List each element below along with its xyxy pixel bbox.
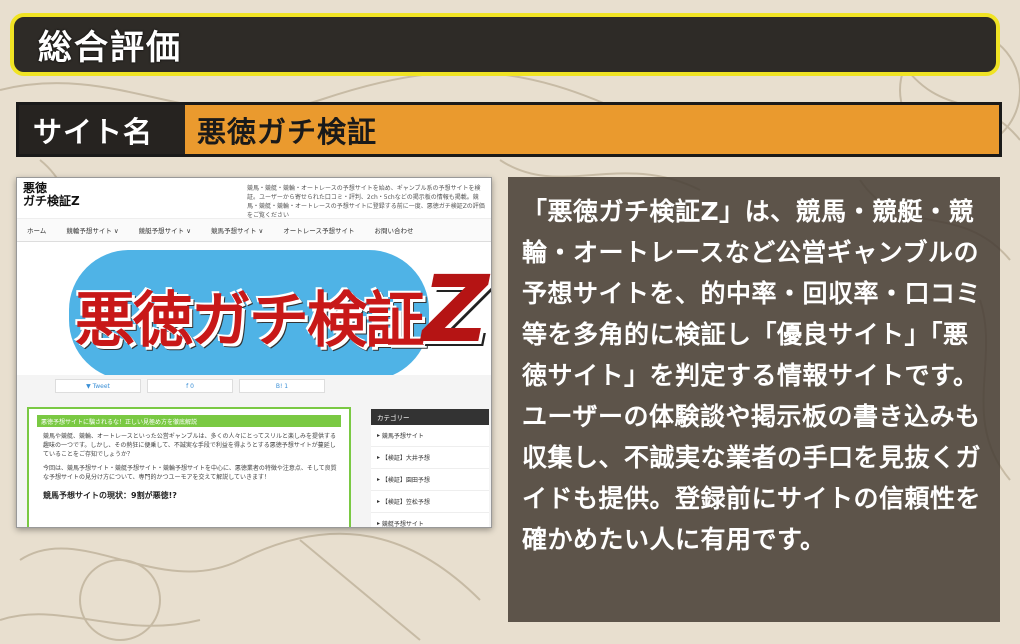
thumb-site-description: 競馬・競艇・競輪・オートレースの予想サイトを始め、ギャンブル系の予想サイトを検証… — [247, 185, 485, 219]
thumb-hero-banner: 悪徳ガチ検証 Z — [17, 242, 491, 375]
thumb-article-p2: 今回は、競馬予想サイト・競艇予想サイト・競輪予想サイトを中心に、悪徳業者の特徴や… — [43, 465, 337, 481]
thumb-article-p1: 競馬や競艇、競輪、オートレースといった公営ギャンブルは、多くの人々にとってスリル… — [43, 433, 337, 458]
thumb-nav: ホーム 競輪予想サイト ∨ 競艇予想サイト ∨ 競馬予想サイト ∨ オートレース… — [17, 219, 491, 242]
thumb-nav-autorace: オートレース予想サイト — [283, 227, 355, 235]
site-name-label: サイト名 — [19, 105, 185, 154]
thumb-share-bar: ▼ Tweet f 0 B! 1 — [17, 375, 491, 397]
page-title: 総合評価 — [38, 28, 182, 68]
site-description-text: 「悪徳ガチ検証Z」は、競馬・競艇・競輪・オートレースなど公営ギャンブルの予想サイ… — [522, 197, 982, 554]
thumb-sidebar-item: ▸ 競馬予想サイト — [371, 425, 489, 447]
thumb-logo-line2: ガチ検証Z — [23, 194, 80, 208]
thumb-hero-title: 悪徳ガチ検証 — [75, 286, 425, 356]
thumb-nav-home: ホーム — [27, 227, 47, 235]
thumb-nav-kyotei: 競艇予想サイト ∨ — [138, 227, 191, 235]
thumb-article: 悪徳予想サイトに騙されるな！正しい見極め方を徹底解説 競馬や競艇、競輪、オートレ… — [27, 407, 351, 527]
thumb-sidebar-item: ▸ 【検証】大井予想 — [371, 447, 489, 469]
bookmark-icon: B! — [275, 382, 285, 390]
overall-rating-header: 総合評価 — [10, 13, 1000, 76]
site-name-value: 悪徳ガチ検証 — [185, 105, 999, 154]
thumb-sidebar-item: ▸ 競艇予想サイト — [371, 513, 489, 527]
thumb-article-heading: 競馬予想サイトの現状：9割が悪徳!? — [43, 491, 177, 500]
thumb-logo: 悪徳 ガチ検証Z — [17, 178, 247, 218]
thumb-logo-line1: 悪徳 — [23, 181, 48, 195]
site-description-box: 「悪徳ガチ検証Z」は、競馬・競艇・競輪・オートレースなど公営ギャンブルの予想サイ… — [508, 177, 1000, 622]
thumb-sidebar-item: ▸ 【検証】園田予想 — [371, 469, 489, 491]
thumb-body: 悪徳予想サイトに騙されるな！正しい見極め方を徹底解説 競馬や競艇、競輪、オートレ… — [17, 397, 491, 527]
thumb-nav-keirin: 競輪予想サイト ∨ — [66, 227, 119, 235]
thumb-nav-contact: お問い合わせ — [374, 227, 414, 235]
thumb-hero-z: Z — [422, 256, 489, 363]
thumb-bookmark-button: B! 1 — [239, 379, 325, 393]
thumb-topbar: 悪徳 ガチ検証Z 競馬・競艇・競輪・オートレースの予想サイトを始め、ギャンブル系… — [17, 178, 491, 219]
site-screenshot[interactable]: 悪徳 ガチ検証Z 競馬・競艇・競輪・オートレースの予想サイトを始め、ギャンブル系… — [16, 177, 492, 528]
thumb-tweet-button: ▼ Tweet — [55, 379, 141, 393]
thumb-nav-keiba: 競馬予想サイト ∨ — [210, 227, 264, 235]
thumb-facebook-button: f 0 — [147, 379, 233, 393]
thumb-article-head: 悪徳予想サイトに騙されるな！正しい見極め方を徹底解説 — [37, 415, 341, 427]
thumb-sidebar-item: ▸ 【検証】笠松予想 — [371, 491, 489, 513]
thumb-sidebar: カテゴリー ▸ 競馬予想サイト ▸ 【検証】大井予想 ▸ 【検証】園田予想 ▸ … — [371, 409, 489, 527]
site-name-row: サイト名 悪徳ガチ検証 — [16, 102, 1002, 157]
thumb-sidebar-head: カテゴリー — [371, 409, 489, 425]
